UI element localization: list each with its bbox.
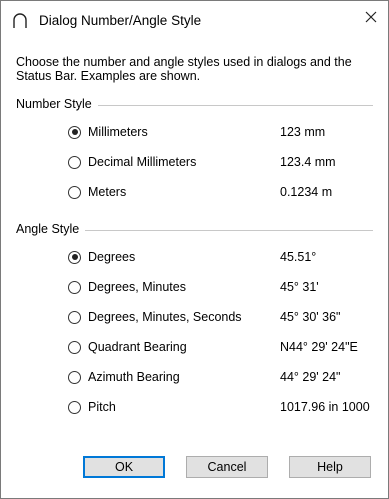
radio-button[interactable] xyxy=(68,340,81,354)
radio-button[interactable] xyxy=(68,280,81,294)
example-degrees: 45.51° xyxy=(280,250,317,264)
radio-button[interactable] xyxy=(68,400,81,414)
radio-meters[interactable]: Meters xyxy=(68,182,126,202)
close-button[interactable] xyxy=(354,1,388,33)
radio-degrees[interactable]: Degrees xyxy=(68,247,135,267)
intro-text: Choose the number and angle styles used … xyxy=(16,55,352,83)
radio-degrees-minutes[interactable]: Degrees, Minutes xyxy=(68,277,186,297)
radio-button[interactable] xyxy=(68,185,81,199)
ok-button[interactable]: OK xyxy=(83,456,165,478)
option-label: Decimal Millimeters xyxy=(88,155,197,169)
example-decimal-millimeters: 123.4 mm xyxy=(280,155,336,169)
dialog-window: Dialog Number/Angle Style Choose the num… xyxy=(0,0,389,499)
option-label: Millimeters xyxy=(88,125,148,139)
radio-pitch[interactable]: Pitch xyxy=(68,397,116,417)
close-icon xyxy=(365,11,377,23)
radio-button[interactable] xyxy=(68,250,81,264)
option-label: Pitch xyxy=(88,400,116,414)
option-label: Azimuth Bearing xyxy=(88,370,180,384)
arc-icon xyxy=(13,13,27,28)
example-degrees-minutes-seconds: 45° 30' 36" xyxy=(280,310,341,324)
example-degrees-minutes: 45° 31' xyxy=(280,280,319,294)
radio-button[interactable] xyxy=(68,370,81,384)
radio-button[interactable] xyxy=(68,310,81,324)
example-quadrant-bearing: N44° 29' 24"E xyxy=(280,340,358,354)
example-meters: 0.1234 m xyxy=(280,185,333,199)
dialog-title: Dialog Number/Angle Style xyxy=(39,13,202,28)
option-label: Quadrant Bearing xyxy=(88,340,187,354)
help-button[interactable]: Help xyxy=(289,456,371,478)
option-label: Meters xyxy=(88,185,127,199)
radio-button[interactable] xyxy=(68,155,81,169)
number-style-label: Number Style xyxy=(16,97,98,111)
radio-decimal-millimeters[interactable]: Decimal Millimeters xyxy=(68,152,196,172)
option-label: Degrees, Minutes, Seconds xyxy=(88,310,242,324)
example-azimuth-bearing: 44° 29' 24" xyxy=(280,370,341,384)
radio-azimuth-bearing[interactable]: Azimuth Bearing xyxy=(68,367,180,387)
title-bar[interactable]: Dialog Number/Angle Style xyxy=(1,1,388,39)
example-millimeters: 123 mm xyxy=(280,125,326,139)
radio-degrees-minutes-seconds[interactable]: Degrees, Minutes, Seconds xyxy=(68,307,242,327)
radio-quadrant-bearing[interactable]: Quadrant Bearing xyxy=(68,337,187,357)
radio-button[interactable] xyxy=(68,125,81,139)
angle-style-label: Angle Style xyxy=(16,222,86,236)
option-label: Degrees, Minutes xyxy=(88,280,186,294)
radio-millimeters[interactable]: Millimeters xyxy=(68,122,148,142)
option-label: Degrees xyxy=(88,250,136,264)
example-pitch: 1017.96 in 1000 xyxy=(280,400,370,414)
cancel-button[interactable]: Cancel xyxy=(186,456,268,478)
